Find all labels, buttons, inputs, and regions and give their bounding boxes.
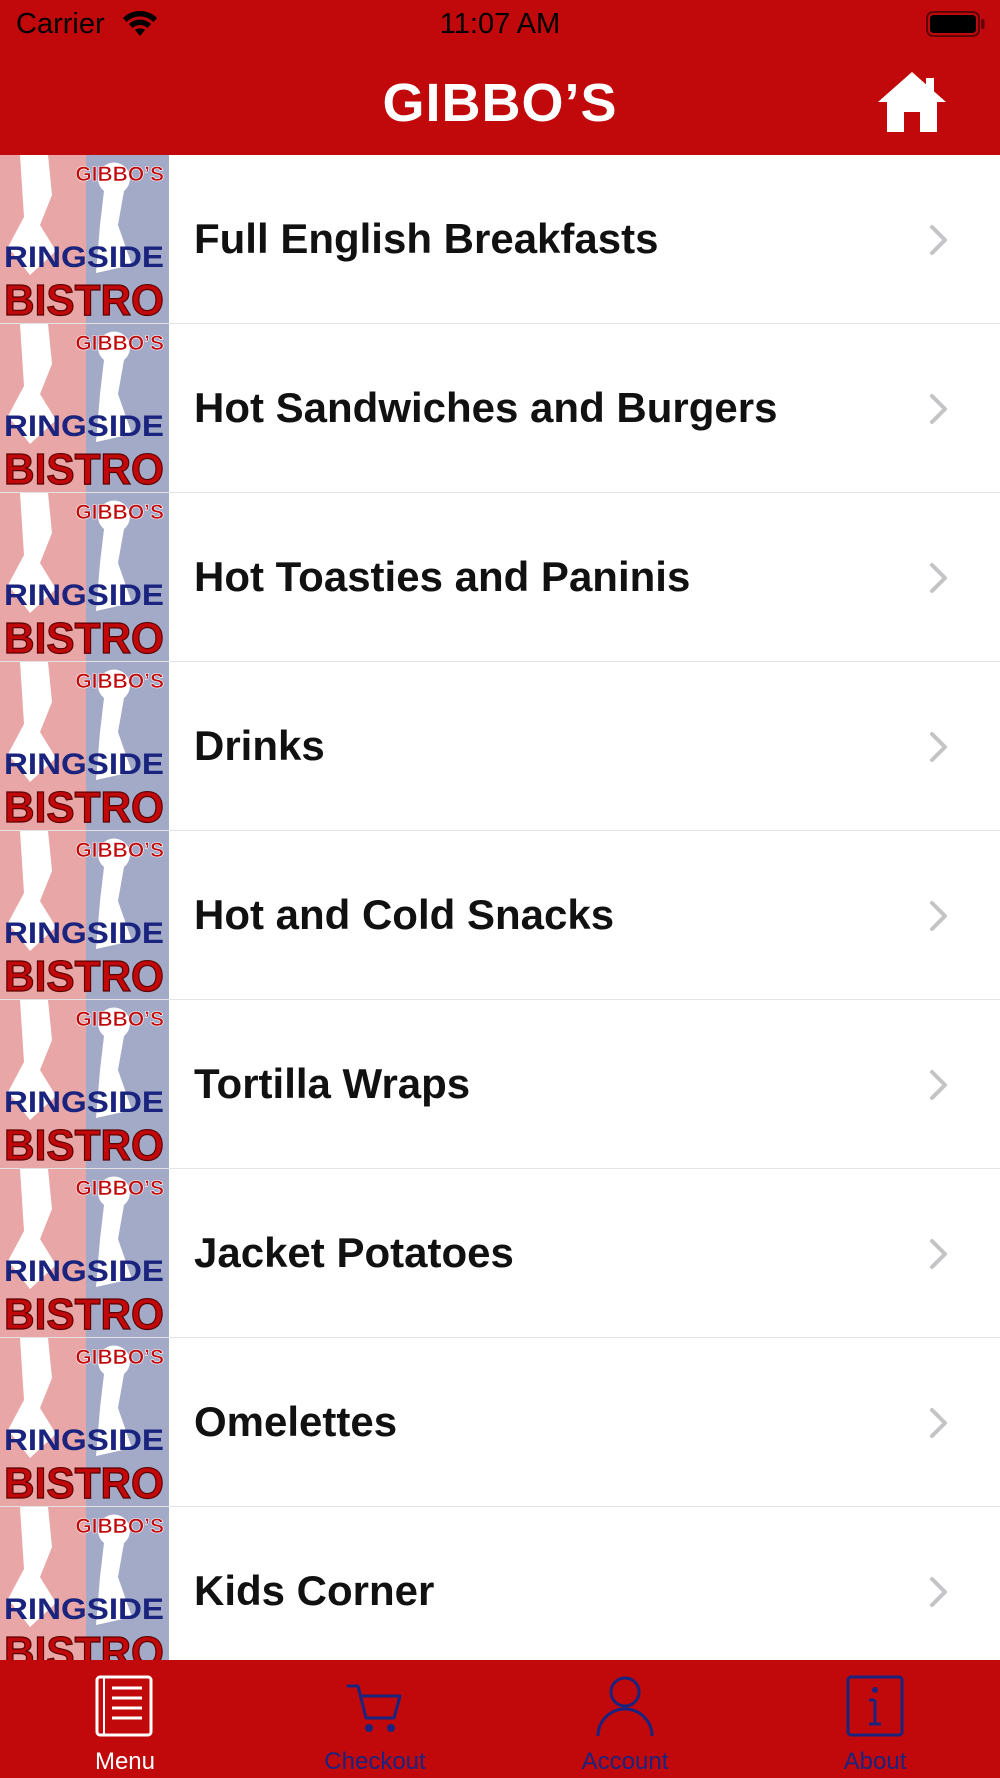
ringside-bistro-logo: GIBBO’S RINGSIDEBISTRO [0,493,169,661]
tab-about[interactable]: About [750,1660,1000,1778]
category-thumbnail: GIBBO’S RINGSIDE BISTRO [0,831,169,999]
tab-label: Checkout [324,1748,426,1775]
tab-label: Account [581,1748,669,1775]
home-icon[interactable] [876,68,948,136]
svg-text:BISTRO: BISTRO [4,952,164,999]
svg-text:BISTRO: BISTRO [4,1628,164,1660]
svg-text:GIBBO’S: GIBBO’S [75,839,164,862]
ringside-bistro-logo: GIBBO’S RINGSIDEBISTRO [0,1507,169,1660]
chevron-right-icon [930,1577,947,1607]
ringside-bistro-logo: GIBBO’S RINGSIDEBISTRO [0,324,169,492]
ringside-bistro-logo: GIBBO’S RINGSIDEBISTRO [0,662,169,830]
page-title: GIBBO’S [382,73,618,133]
chevron-right-icon [930,225,947,255]
svg-text:RINGSIDE: RINGSIDE [4,1255,164,1288]
svg-text:RINGSIDE: RINGSIDE [4,1593,164,1626]
tab-label: Menu [94,1748,156,1775]
svg-text:GIBBO’S: GIBBO’S [75,670,164,693]
menu-row-label: Drinks [194,722,325,769]
chevron-right-icon [930,394,947,424]
ringside-bistro-logo: GIBBO’S RINGSIDEBISTRO [0,831,169,999]
ringside-bistro-logo: GIBBO’S RINGSIDEBISTRO [0,1000,169,1168]
battery-icon [926,11,985,37]
chevron-right-icon [930,1239,947,1269]
svg-text:BISTRO: BISTRO [4,614,164,661]
status-time: 11:07 AM [439,8,561,40]
menu-row[interactable]: GIBBO’S RINGSIDE BISTRO Hot Toasties and P… [0,493,1000,662]
svg-text:RINGSIDE: RINGSIDE [4,1424,164,1457]
tab-checkout[interactable]: Checkout [250,1660,500,1778]
info-icon [846,1675,904,1737]
svg-text:RINGSIDE: RINGSIDE [4,410,164,443]
status-bar: Carrier 11:07 AM [0,0,1000,50]
svg-text:BISTRO: BISTRO [4,445,164,492]
person-icon [596,1676,654,1737]
svg-text:GIBBO’S: GIBBO’S [75,1008,164,1031]
tab-menu[interactable]: Menu [0,1660,250,1778]
menu-book-icon [95,1675,153,1737]
menu-row-label: Kids Corner [194,1567,435,1614]
menu-row[interactable]: GIBBO’S RINGSIDE BISTRO Omelettes [0,1338,1000,1507]
menu-row-label: Tortilla Wraps [194,1060,471,1107]
category-thumbnail: GIBBO’S RINGSIDE BISTRO [0,155,169,323]
svg-text:GIBBO’S: GIBBO’S [75,163,164,186]
svg-text:GIBBO’S: GIBBO’S [75,1346,164,1369]
ringside-bistro-logo: GIBBO’S RINGSIDEBISTRO [0,1338,169,1506]
svg-text:RINGSIDE: RINGSIDE [4,241,164,274]
svg-text:RINGSIDE: RINGSIDE [4,579,164,612]
category-thumbnail: GIBBO’S RINGSIDE BISTRO [0,662,169,830]
svg-text:BISTRO: BISTRO [4,276,164,323]
svg-text:BISTRO: BISTRO [4,1290,164,1337]
svg-text:BISTRO: BISTRO [4,1121,164,1168]
menu-row[interactable]: GIBBO’S RINGSIDE BISTRO Drinks [0,662,1000,831]
menu-row-label: Hot and Cold Snacks [194,891,615,938]
category-thumbnail: GIBBO’S RINGSIDE BISTRO [0,493,169,661]
svg-text:GIBBO’S: GIBBO’S [75,332,164,355]
tab-account[interactable]: Account [500,1660,750,1778]
menu-row[interactable]: GIBBO’S RINGSIDE BISTRO Hot and Cold Snack… [0,831,1000,1000]
menu-row-label: Omelettes [194,1398,398,1445]
ringside-bistro-logo: GIBBO’S RINGSIDEBISTRO [0,155,169,323]
cart-icon [346,1684,402,1732]
svg-text:RINGSIDE: RINGSIDE [4,917,164,950]
svg-text:RINGSIDE: RINGSIDE [4,748,164,781]
category-thumbnail: GIBBO’S RINGSIDE BISTRO [0,324,169,492]
chevron-right-icon [930,1408,947,1438]
menu-row[interactable]: GIBBO’S RINGSIDE BISTRO Jacket Potatoes [0,1169,1000,1338]
menu-list: GIBBO’S RINGSIDE BISTRO Full English Break… [0,155,1000,1660]
category-thumbnail: GIBBO’S RINGSIDE BISTRO [0,1338,169,1506]
chevron-right-icon [930,563,947,593]
nav-bar: GIBBO’S [0,50,1000,155]
category-thumbnail: GIBBO’S RINGSIDE BISTRO [0,1507,169,1660]
category-thumbnail: GIBBO’S RINGSIDE BISTRO [0,1169,169,1337]
menu-row[interactable]: GIBBO’S RINGSIDE BISTRO Hot Sandwiches and… [0,324,1000,493]
menu-row[interactable]: GIBBO’S RINGSIDE BISTRO Tortilla Wraps [0,1000,1000,1169]
ringside-bistro-logo: GIBBO’S RINGSIDEBISTRO [0,1169,169,1337]
menu-row[interactable]: GIBBO’S RINGSIDE BISTRO Kids Corner [0,1507,1000,1660]
tab-label: About [843,1748,907,1775]
svg-text:GIBBO’S: GIBBO’S [75,501,164,524]
svg-text:GIBBO’S: GIBBO’S [75,1177,164,1200]
svg-text:BISTRO: BISTRO [4,783,164,830]
menu-row-label: Hot Sandwiches and Burgers [194,384,778,431]
category-thumbnail: GIBBO’S RINGSIDE BISTRO [0,1000,169,1168]
chevron-right-icon [930,1070,947,1100]
menu-row[interactable]: GIBBO’S RINGSIDE BISTRO Full English Break… [0,155,1000,324]
chevron-right-icon [930,732,947,762]
svg-text:BISTRO: BISTRO [4,1459,164,1506]
svg-text:GIBBO’S: GIBBO’S [75,1515,164,1538]
chevron-right-icon [930,901,947,931]
menu-row-label: Jacket Potatoes [194,1229,514,1276]
tab-bar: Menu Checkout Account About [0,1660,1000,1778]
menu-row-label: Hot Toasties and Paninis [194,553,691,600]
svg-text:RINGSIDE: RINGSIDE [4,1086,164,1119]
menu-row-label: Full English Breakfasts [194,215,659,262]
